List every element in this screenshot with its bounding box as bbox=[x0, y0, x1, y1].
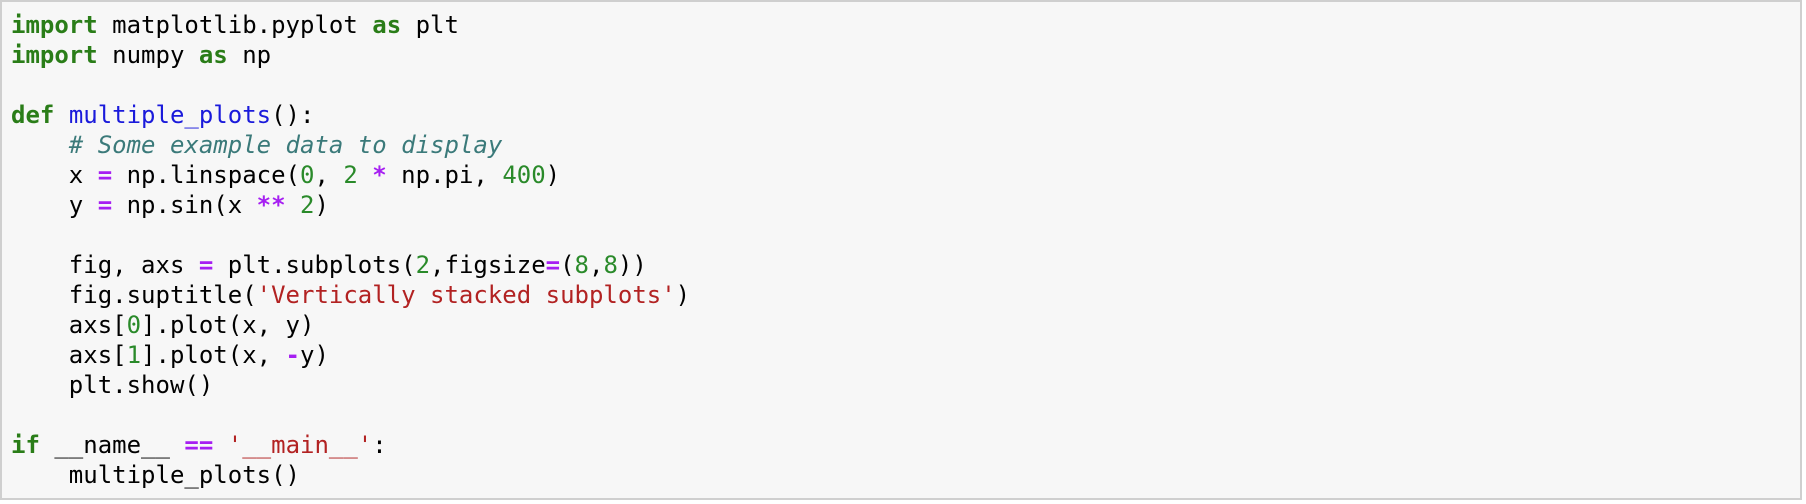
code-line: axs[1].plot(x, -y) bbox=[11, 340, 690, 370]
code-token: x bbox=[11, 161, 98, 189]
code-token: ].plot(x, bbox=[141, 341, 286, 369]
code-line: import matplotlib.pyplot as plt bbox=[11, 10, 690, 40]
code-line: def multiple_plots(): bbox=[11, 100, 690, 130]
code-token: '__main__' bbox=[227, 431, 373, 459]
code-token: plt.show() bbox=[11, 371, 214, 399]
code-token: ) bbox=[545, 161, 561, 189]
code-token: as bbox=[198, 41, 228, 69]
code-token: import bbox=[11, 11, 98, 39]
code-token: - bbox=[285, 341, 300, 369]
code-token: ,figsize bbox=[430, 251, 546, 279]
code-token: import bbox=[11, 41, 98, 69]
code-token: (): bbox=[271, 101, 315, 129]
code-token: # Some example data to display bbox=[68, 131, 503, 159]
code-line: x = np.linspace(0, 2 * np.pi, 400) bbox=[11, 160, 690, 190]
code-token: )) bbox=[617, 251, 647, 279]
code-token: fig, axs bbox=[11, 251, 199, 279]
code-token: fig.suptitle( bbox=[11, 281, 257, 309]
code-token: , bbox=[314, 161, 344, 189]
code-token: plt.subplots( bbox=[213, 251, 416, 279]
code-line: multiple_plots() bbox=[11, 460, 690, 490]
code-token: ( bbox=[560, 251, 575, 279]
code-token: 1 bbox=[126, 341, 142, 369]
code-line: import numpy as np bbox=[11, 40, 690, 70]
code-token: * bbox=[372, 161, 387, 189]
code-line: # Some example data to display bbox=[11, 130, 690, 160]
code-token: plt bbox=[401, 11, 459, 39]
code-token: np.linspace( bbox=[112, 161, 300, 189]
code-token: , bbox=[589, 251, 604, 279]
code-token: = bbox=[97, 191, 113, 219]
code-token: 0 bbox=[126, 311, 142, 339]
code-token: np.sin(x bbox=[112, 191, 257, 219]
code-token: multiple_plots() bbox=[11, 461, 300, 489]
code-line: fig, axs = plt.subplots(2,figsize=(8,8)) bbox=[11, 250, 690, 280]
code-token: 2 bbox=[343, 161, 358, 189]
code-token: ** bbox=[256, 191, 286, 219]
code-token: 400 bbox=[502, 161, 546, 189]
code-token: y) bbox=[300, 341, 329, 369]
code-token: = bbox=[545, 251, 561, 279]
code-token: matplotlib.pyplot bbox=[97, 11, 373, 39]
code-token: if bbox=[11, 431, 40, 459]
code-token: 0 bbox=[300, 161, 315, 189]
code-token: = bbox=[198, 251, 214, 279]
code-token: = bbox=[97, 161, 113, 189]
code-token: y bbox=[11, 191, 98, 219]
code-token: as bbox=[372, 11, 402, 39]
code-token: : bbox=[372, 431, 387, 459]
code-token: ) bbox=[314, 191, 329, 219]
code-token: 2 bbox=[415, 251, 431, 279]
code-token: axs[ bbox=[11, 311, 127, 339]
code-token: def bbox=[11, 101, 55, 129]
code-token: __name__ bbox=[39, 431, 185, 459]
code-cell[interactable]: import matplotlib.pyplot as plt import nu… bbox=[0, 0, 1802, 500]
code-token: ) bbox=[675, 281, 691, 309]
code-line: plt.show() bbox=[11, 370, 690, 400]
code-token: np.pi, bbox=[386, 161, 503, 189]
code-token: axs[ bbox=[11, 341, 127, 369]
code-token: ].plot(x, y) bbox=[141, 311, 315, 339]
code-line: if __name__ == '__main__': bbox=[11, 430, 690, 460]
code-token: np bbox=[227, 41, 272, 69]
code-token: 'Vertically stacked subplots' bbox=[256, 281, 676, 309]
code-line: axs[0].plot(x, y) bbox=[11, 310, 690, 340]
code-editor-lines: import matplotlib.pyplot as plt import nu… bbox=[11, 10, 690, 490]
code-token: numpy bbox=[97, 41, 199, 69]
code-token: 8 bbox=[574, 251, 589, 279]
code-line: y = np.sin(x ** 2) bbox=[11, 190, 690, 220]
code-token: 8 bbox=[603, 251, 618, 279]
code-token: multiple_plots bbox=[68, 101, 272, 129]
code-token: == bbox=[184, 431, 214, 459]
code-line: fig.suptitle('Vertically stacked subplot… bbox=[11, 280, 690, 310]
code-token: 2 bbox=[300, 191, 315, 219]
